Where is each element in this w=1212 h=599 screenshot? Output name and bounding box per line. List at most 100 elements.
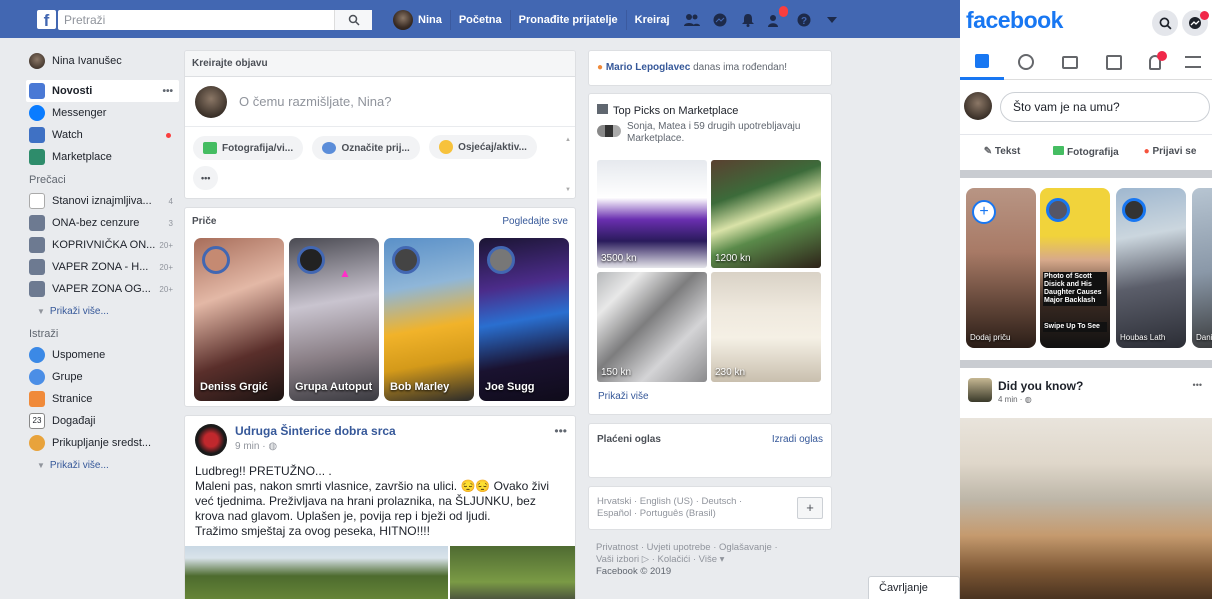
messenger-icon[interactable] (706, 10, 734, 30)
marketplace-item[interactable]: 1200 kn (711, 160, 821, 268)
composer-input[interactable]: O čemu razmišljate, Nina? (239, 94, 391, 109)
page-avatar[interactable] (195, 424, 227, 456)
shortcut-item[interactable]: Stanovi iznajmljiva... 4 (29, 190, 179, 212)
svg-text:?: ? (800, 16, 806, 27)
tab-groups[interactable] (1004, 44, 1048, 80)
story-caption: Photo of Scott Disick and His Daughter C… (1043, 272, 1107, 306)
mobile-avatar[interactable] (964, 92, 992, 120)
find-friends-link[interactable]: Pronađite prijatelje (511, 10, 627, 30)
show-more-shortcuts[interactable]: ▼ Prikaži više... (29, 300, 179, 322)
avatar (487, 246, 515, 274)
marketplace-item[interactable]: 3500 kn (597, 160, 707, 268)
button-label: Prijavi se (1152, 146, 1197, 157)
avatar (392, 246, 420, 274)
story-card[interactable]: Photo of Scott Disick and His Daughter C… (1040, 188, 1110, 348)
globe-icon: ◍ (268, 441, 278, 452)
mobile-post-options-icon[interactable]: ••• (1193, 380, 1202, 390)
sidebar-item-marketplace[interactable]: Marketplace (29, 146, 179, 168)
footer-links[interactable]: Vaši izbori ▷ · Kolačići · Više ▾ (596, 554, 778, 566)
see-all-link[interactable]: Pogledajte sve (502, 216, 568, 227)
tab-marketplace[interactable] (1092, 44, 1136, 80)
tab-notifications[interactable] (1136, 44, 1174, 80)
sidebar-item-news-feed[interactable]: Novosti ••• (26, 80, 179, 102)
shortcut-item[interactable]: VAPER ZONA OG... 20+ (29, 278, 179, 300)
story-card[interactable]: ▲ Grupa Autoput (289, 238, 379, 401)
facebook-logo-icon[interactable]: f (37, 10, 56, 30)
sidebar-item-watch[interactable]: Watch (29, 124, 179, 146)
story-card[interactable]: Houbas Lath (1116, 188, 1186, 348)
search-box[interactable]: Pretraži (58, 10, 372, 30)
emoji-icon (439, 140, 454, 154)
mobile-post-title[interactable]: Did you know? (998, 379, 1083, 393)
search-icon[interactable] (334, 10, 372, 30)
create-ad-link[interactable]: Izradi oglas (772, 434, 823, 445)
marketplace-item[interactable]: 230 kn (711, 272, 821, 382)
mobile-composer-input[interactable]: Što vam je na umu? (1000, 92, 1210, 122)
quick-help-icon[interactable] (762, 6, 790, 30)
story-card[interactable]: Dani (1192, 188, 1212, 348)
story-card[interactable]: Joe Sugg (479, 238, 569, 401)
shortcut-item[interactable]: ONA-bez cenzure 3 (29, 212, 179, 234)
shortcut-item[interactable]: KOPRIVNIČKA ON... 20+ (29, 234, 179, 256)
options-icon[interactable]: ••• (162, 86, 173, 97)
home-link[interactable]: Početna (451, 10, 511, 30)
pencil-icon: ✎ (983, 146, 993, 157)
marketplace-item[interactable]: 150 kn (597, 272, 707, 382)
notifications-icon[interactable] (734, 10, 762, 30)
item-price: 150 kn (601, 367, 632, 378)
sidebar-item-label: Marketplace (52, 151, 112, 163)
friend-requests-icon[interactable] (678, 10, 706, 30)
help-icon[interactable]: ? (790, 10, 818, 30)
post-text-line: Ludbreg!! PRETUŽNO... . (195, 464, 332, 478)
account-menu-icon[interactable] (818, 10, 846, 30)
text-post-button[interactable]: ✎ Tekst (960, 146, 1044, 157)
post-author[interactable]: Udruga Šinterice dobra srca (235, 424, 396, 438)
tab-home[interactable] (960, 44, 1004, 80)
sidebar-item-messenger[interactable]: Messenger (29, 102, 179, 124)
profile-link[interactable]: Nina (385, 10, 451, 30)
footer: Privatnost · Uvjeti upotrebe · Oglašavan… (596, 542, 778, 578)
show-more-explore[interactable]: ▼ Prikaži više... (29, 454, 179, 476)
mobile-post-photo[interactable] (960, 418, 1212, 599)
messenger-icon[interactable] (1182, 10, 1209, 36)
language-list[interactable]: Hrvatski · English (US) · Deutsch · (597, 496, 823, 508)
birthday-name[interactable]: Mario Lepoglavec (606, 62, 690, 73)
explore-item-memories[interactable]: Uspomene (29, 344, 179, 366)
ads-card: Plaćeni oglas Izradi oglas (588, 423, 832, 478)
mobile-brand[interactable]: facebook (966, 7, 1063, 34)
search-input[interactable]: Pretraži (58, 13, 334, 27)
add-language-button[interactable]: + (797, 497, 823, 519)
photo-video-button[interactable]: Fotografija/vi... (193, 136, 304, 160)
story-card[interactable]: Bob Marley (384, 238, 474, 401)
tag-friends-button[interactable]: Označite prij... (312, 136, 420, 160)
more-actions-button[interactable]: ••• (193, 166, 219, 190)
post-photo[interactable] (450, 546, 575, 599)
location-pin-icon: ● (1143, 146, 1150, 157)
globe-icon: ◍ (1024, 395, 1032, 404)
search-icon[interactable] (1152, 10, 1178, 36)
language-list[interactable]: Español · Português (Brasil) (597, 508, 823, 520)
marketplace-more-link[interactable]: Prikaži više (598, 391, 649, 402)
profile-link[interactable]: Nina Ivanušec (29, 50, 179, 72)
chat-tab[interactable]: Čavrljanje (868, 576, 960, 599)
create-link[interactable]: Kreiraj (627, 10, 678, 30)
tab-menu[interactable] (1174, 44, 1212, 80)
mobile-post-avatar[interactable] (968, 378, 992, 402)
feeling-button[interactable]: Osjećaj/aktiv... (429, 135, 537, 159)
post-photo[interactable] (185, 546, 448, 599)
explore-item-pages[interactable]: Stranice (29, 388, 179, 410)
explore-item-groups[interactable]: Grupe (29, 366, 179, 388)
post-time[interactable]: 9 min · (235, 441, 266, 452)
checkin-button[interactable]: ● Prijavi se (1128, 146, 1212, 157)
story-card[interactable]: Deniss Grgić (194, 238, 284, 401)
explore-item-fundraisers[interactable]: Prikupljanje sredst... (29, 432, 179, 454)
photo-button[interactable]: Fotografija (1044, 145, 1128, 158)
explore-item-events[interactable]: 23 Događaji (29, 410, 179, 432)
add-story-card[interactable]: + Dodaj priču (966, 188, 1036, 348)
shortcut-item[interactable]: VAPER ZONA - H... 20+ (29, 256, 179, 278)
tab-watch[interactable] (1048, 44, 1092, 80)
footer-links[interactable]: Privatnost · Uvjeti upotrebe · Oglašavan… (596, 542, 778, 554)
post-options-icon[interactable]: ••• (554, 424, 567, 438)
scrollbar[interactable]: ▲ ▼ (565, 137, 571, 193)
house-icon (29, 193, 45, 209)
